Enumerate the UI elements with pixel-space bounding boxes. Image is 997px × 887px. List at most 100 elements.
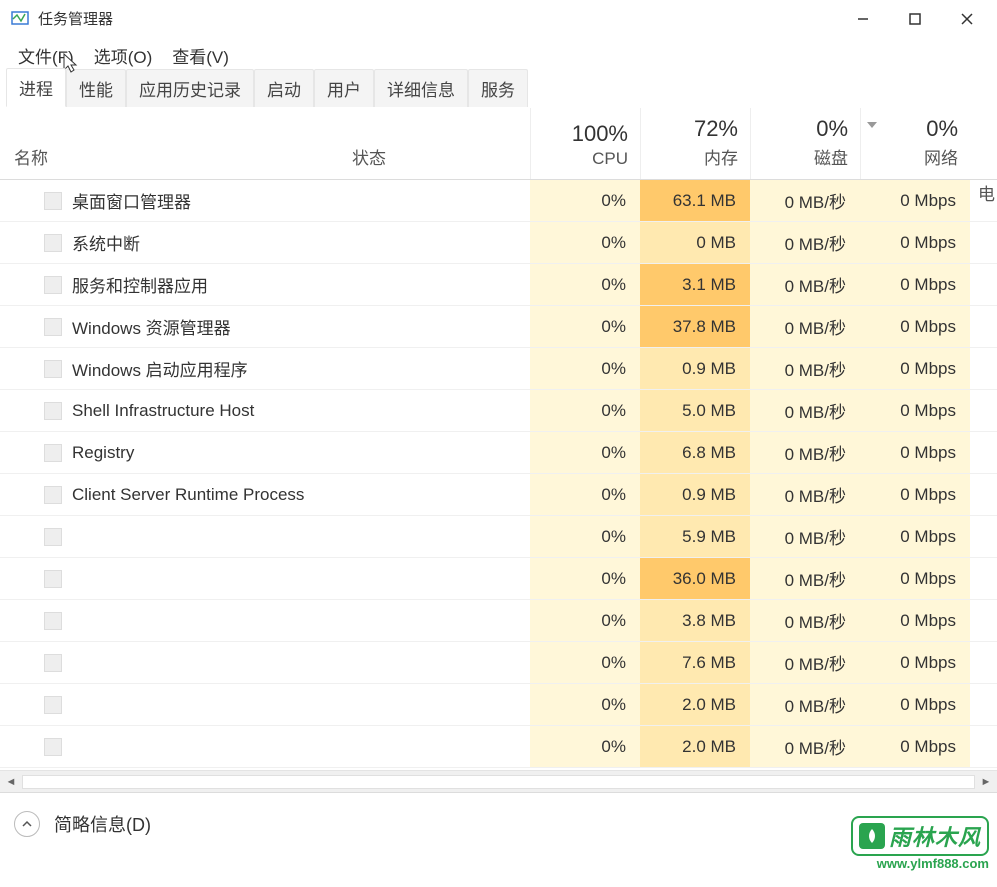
horizontal-scrollbar[interactable]: ◄ ► bbox=[0, 770, 997, 792]
process-row[interactable]: Client Server Runtime Process 0% 0.9 MB … bbox=[0, 474, 997, 516]
process-network: 0 Mbps bbox=[860, 180, 970, 221]
collapse-button[interactable] bbox=[14, 811, 40, 837]
process-row[interactable]: 0% 2.0 MB 0 MB/秒 0 Mbps bbox=[0, 726, 997, 768]
column-disk[interactable]: 0% 磁盘 bbox=[750, 108, 860, 179]
watermark: 雨林木风 www.ylmf888.com bbox=[851, 816, 989, 871]
tab-users[interactable]: 用户 bbox=[314, 69, 374, 107]
process-name-cell: 服务和控制器应用 bbox=[0, 272, 348, 297]
process-disk: 0 MB/秒 bbox=[750, 726, 860, 767]
menu-options[interactable]: 选项(O) bbox=[84, 39, 163, 72]
process-row[interactable]: 0% 3.8 MB 0 MB/秒 0 Mbps bbox=[0, 600, 997, 642]
process-name-cell bbox=[0, 696, 348, 714]
tab-processes[interactable]: 进程 bbox=[6, 68, 66, 107]
process-network: 0 Mbps bbox=[860, 390, 970, 431]
scroll-thumb[interactable] bbox=[22, 775, 975, 789]
process-icon bbox=[44, 276, 62, 294]
column-name[interactable]: 名称 bbox=[0, 144, 348, 179]
process-row[interactable]: 0% 7.6 MB 0 MB/秒 0 Mbps bbox=[0, 642, 997, 684]
process-memory: 5.0 MB bbox=[640, 390, 750, 431]
process-network: 0 Mbps bbox=[860, 432, 970, 473]
process-icon bbox=[44, 486, 62, 504]
process-row[interactable]: 服务和控制器应用 0% 3.1 MB 0 MB/秒 0 Mbps bbox=[0, 264, 997, 306]
column-memory[interactable]: 72% 内存 bbox=[640, 108, 750, 179]
process-cpu: 0% bbox=[530, 558, 640, 599]
process-cpu: 0% bbox=[530, 726, 640, 767]
cpu-pct: 100% bbox=[531, 121, 628, 147]
watermark-text: 雨林木风 bbox=[889, 820, 981, 852]
process-name: 系统中断 bbox=[72, 230, 140, 255]
process-memory: 36.0 MB bbox=[640, 558, 750, 599]
column-headers: 名称 状态 100% CPU 72% 内存 0% 磁盘 0% 网络 bbox=[0, 108, 997, 180]
process-cpu: 0% bbox=[530, 684, 640, 725]
process-cpu: 0% bbox=[530, 306, 640, 347]
tab-app-history[interactable]: 应用历史记录 bbox=[126, 69, 254, 107]
process-row[interactable]: 0% 36.0 MB 0 MB/秒 0 Mbps bbox=[0, 558, 997, 600]
minimize-button[interactable] bbox=[851, 7, 875, 31]
process-icon bbox=[44, 234, 62, 252]
process-name-cell: Windows 启动应用程序 bbox=[0, 356, 348, 381]
process-disk: 0 MB/秒 bbox=[750, 264, 860, 305]
process-memory: 2.0 MB bbox=[640, 726, 750, 767]
brief-info-label[interactable]: 简略信息(D) bbox=[54, 811, 151, 837]
process-name: 桌面窗口管理器 bbox=[72, 188, 191, 213]
process-row[interactable]: Windows 启动应用程序 0% 0.9 MB 0 MB/秒 0 Mbps bbox=[0, 348, 997, 390]
menu-file[interactable]: 文件(F) bbox=[8, 39, 84, 72]
process-row[interactable]: 0% 2.0 MB 0 MB/秒 0 Mbps bbox=[0, 684, 997, 726]
process-icon bbox=[44, 570, 62, 588]
memory-label: 内存 bbox=[641, 144, 738, 169]
scroll-right-icon[interactable]: ► bbox=[977, 773, 995, 791]
window-controls bbox=[851, 7, 979, 31]
process-cpu: 0% bbox=[530, 474, 640, 515]
process-name-cell bbox=[0, 654, 348, 672]
process-name-cell bbox=[0, 528, 348, 546]
process-name-cell: Shell Infrastructure Host bbox=[0, 401, 348, 421]
close-button[interactable] bbox=[955, 7, 979, 31]
process-disk: 0 MB/秒 bbox=[750, 390, 860, 431]
process-name: Registry bbox=[72, 443, 134, 463]
tab-bar: 进程 性能 应用历史记录 启动 用户 详细信息 服务 bbox=[0, 72, 997, 108]
process-network: 0 Mbps bbox=[860, 306, 970, 347]
process-name: 服务和控制器应用 bbox=[72, 272, 208, 297]
process-disk: 0 MB/秒 bbox=[750, 222, 860, 263]
watermark-url: www.ylmf888.com bbox=[851, 856, 989, 871]
process-memory: 63.1 MB bbox=[640, 180, 750, 221]
process-name-cell: Registry bbox=[0, 443, 348, 463]
tab-details[interactable]: 详细信息 bbox=[374, 69, 468, 107]
process-row[interactable]: Registry 0% 6.8 MB 0 MB/秒 0 Mbps bbox=[0, 432, 997, 474]
menu-view[interactable]: 查看(V) bbox=[162, 39, 239, 72]
process-memory: 6.8 MB bbox=[640, 432, 750, 473]
process-icon bbox=[44, 402, 62, 420]
column-status[interactable]: 状态 bbox=[348, 144, 530, 179]
process-disk: 0 MB/秒 bbox=[750, 474, 860, 515]
app-icon bbox=[10, 9, 30, 29]
process-icon bbox=[44, 192, 62, 210]
process-row[interactable]: 系统中断 0% 0 MB 0 MB/秒 0 Mbps bbox=[0, 222, 997, 264]
tab-startup[interactable]: 启动 bbox=[254, 69, 314, 107]
maximize-button[interactable] bbox=[903, 7, 927, 31]
tab-performance[interactable]: 性能 bbox=[66, 69, 126, 107]
process-cpu: 0% bbox=[530, 390, 640, 431]
process-network: 0 Mbps bbox=[860, 684, 970, 725]
column-network[interactable]: 0% 网络 bbox=[860, 108, 970, 179]
process-row[interactable]: 桌面窗口管理器 0% 63.1 MB 0 MB/秒 0 Mbps bbox=[0, 180, 997, 222]
process-list[interactable]: 桌面窗口管理器 0% 63.1 MB 0 MB/秒 0 Mbps 系统中断 0%… bbox=[0, 180, 997, 770]
process-icon bbox=[44, 654, 62, 672]
process-name: Windows 启动应用程序 bbox=[72, 356, 248, 381]
cpu-label: CPU bbox=[531, 149, 628, 169]
process-row[interactable]: Shell Infrastructure Host 0% 5.0 MB 0 MB… bbox=[0, 390, 997, 432]
column-cpu[interactable]: 100% CPU bbox=[530, 108, 640, 179]
tab-services[interactable]: 服务 bbox=[468, 69, 528, 107]
process-cpu: 0% bbox=[530, 222, 640, 263]
process-row[interactable]: Windows 资源管理器 0% 37.8 MB 0 MB/秒 0 Mbps bbox=[0, 306, 997, 348]
footer: 简略信息(D) bbox=[0, 792, 997, 854]
process-disk: 0 MB/秒 bbox=[750, 642, 860, 683]
process-name: Windows 资源管理器 bbox=[72, 314, 231, 339]
process-row[interactable]: 0% 5.9 MB 0 MB/秒 0 Mbps bbox=[0, 516, 997, 558]
process-disk: 0 MB/秒 bbox=[750, 600, 860, 641]
process-memory: 3.8 MB bbox=[640, 600, 750, 641]
scroll-left-icon[interactable]: ◄ bbox=[2, 773, 20, 791]
disk-label: 磁盘 bbox=[751, 144, 848, 169]
process-network: 0 Mbps bbox=[860, 516, 970, 557]
process-disk: 0 MB/秒 bbox=[750, 684, 860, 725]
process-memory: 7.6 MB bbox=[640, 642, 750, 683]
